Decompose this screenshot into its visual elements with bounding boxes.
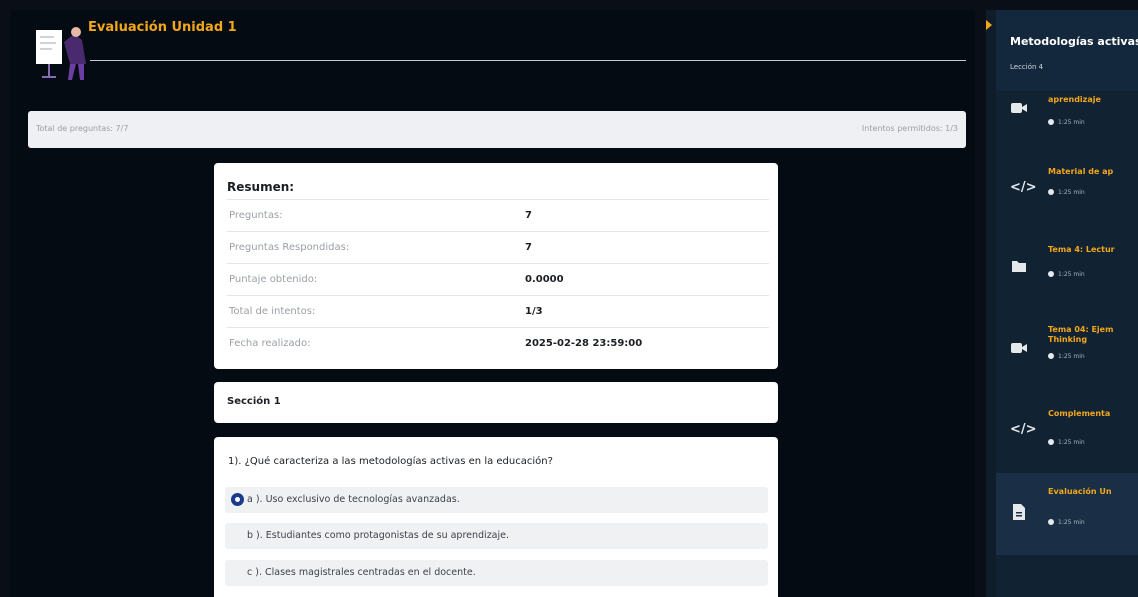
summary-value: 7 — [523, 231, 769, 264]
video-icon — [1011, 103, 1027, 113]
lesson-item[interactable]: </> Complementa 1:25 min — [996, 399, 1138, 479]
lesson-item-time: 1:25 min — [1048, 119, 1085, 126]
lesson-item[interactable]: Tema 04: Ejem Thinking 1:25 min — [996, 319, 1138, 399]
summary-value: 2025-02-28 23:59:00 — [523, 327, 769, 360]
main-content: Evaluación Unidad 1 Total de preguntas: … — [10, 10, 975, 597]
code-icon: </> — [1010, 180, 1037, 195]
lesson-sidebar: Metodologías activas Lección 4 aprendiza… — [986, 10, 1138, 597]
section-title: Sección 1 — [227, 396, 281, 407]
radio-selected-icon[interactable] — [231, 493, 244, 506]
summary-value: 0.0000 — [523, 263, 769, 296]
lesson-item-time: 1:25 min — [1048, 189, 1085, 196]
lesson-item-title: Tema 4: Lectur — [1048, 245, 1115, 254]
lesson-item[interactable]: </> Material de ap 1:25 min — [996, 159, 1138, 239]
answer-option-a[interactable]: a ). Uso exclusivo de tecnologías avanza… — [225, 487, 768, 513]
lesson-item[interactable]: Tema 4: Lectur 1:25 min — [996, 239, 1138, 319]
summary-row: Preguntas Respondidas: 7 — [227, 231, 769, 264]
document-icon — [1013, 504, 1025, 520]
summary-row: Fecha realizado: 2025-02-28 23:59:00 — [227, 327, 769, 360]
sidebar-header: Metodologías activas Lección 4 — [996, 10, 1138, 91]
summary-value: 7 — [523, 199, 769, 232]
summary-row: Total de intentos: 1/3 — [227, 295, 769, 328]
section-card: Sección 1 — [214, 382, 778, 423]
summary-label: Total de intentos: — [227, 295, 523, 328]
option-label: c ). Clases magistrales centradas en el … — [247, 567, 476, 578]
lesson-item-active[interactable]: Evaluación Un 1:25 min — [996, 473, 1138, 555]
sidebar-toggle-icon[interactable] — [986, 20, 992, 30]
lesson-item-title: Material de ap — [1048, 167, 1114, 176]
summary-label: Puntaje obtenido: — [227, 263, 523, 296]
summary-label: Fecha realizado: — [227, 327, 523, 360]
lesson-item[interactable]: aprendizaje 1:25 min — [996, 85, 1138, 165]
lesson-item-time: 1:25 min — [1048, 271, 1085, 278]
course-title: Metodologías activas — [1010, 35, 1138, 48]
total-questions-label: Total de preguntas: 7/7 — [36, 124, 129, 133]
lesson-item-time: 1:25 min — [1048, 353, 1085, 360]
lesson-item-time: 1:25 min — [1048, 519, 1085, 526]
summary-card: Resumen: Preguntas: 7 Preguntas Respondi… — [214, 163, 778, 369]
lesson-item-title-line2: Thinking — [1048, 335, 1088, 344]
attempts-allowed-label: Intentos permitidos: 1/3 — [861, 124, 958, 133]
page-title: Evaluación Unidad 1 — [88, 20, 237, 35]
summary-label: Preguntas: — [227, 199, 523, 232]
option-label: b ). Estudiantes como protagonistas de s… — [247, 530, 510, 541]
lesson-list: aprendizaje 1:25 min </> Material de ap … — [996, 91, 1138, 597]
folder-icon — [1012, 261, 1026, 272]
question-card: 1). ¿Qué caracteriza a las metodologías … — [214, 437, 778, 597]
lesson-item-title: Tema 04: Ejem — [1048, 325, 1114, 334]
lesson-item-time: 1:25 min — [1048, 439, 1085, 446]
summary-row: Puntaje obtenido: 0.0000 — [227, 263, 769, 296]
video-icon — [1011, 343, 1027, 353]
option-label: a ). Uso exclusivo de tecnologías avanza… — [247, 494, 460, 505]
summary-table: Preguntas: 7 Preguntas Respondidas: 7 Pu… — [227, 199, 769, 360]
summary-label: Preguntas Respondidas: — [227, 231, 523, 264]
lesson-label: Lección 4 — [1010, 63, 1044, 71]
summary-row: Preguntas: 7 — [227, 199, 769, 232]
info-bar: Total de preguntas: 7/7 Intentos permiti… — [28, 111, 966, 148]
title-divider — [90, 60, 966, 61]
summary-value: 1/3 — [523, 295, 769, 328]
lesson-item-title: Evaluación Un — [1048, 487, 1112, 496]
answer-option-b[interactable]: b ). Estudiantes como protagonistas de s… — [225, 523, 768, 549]
evaluation-illustration-icon — [36, 27, 86, 80]
answer-option-c[interactable]: c ). Clases magistrales centradas en el … — [225, 560, 768, 586]
lesson-item-title: Complementa — [1048, 409, 1111, 418]
summary-title: Resumen: — [227, 180, 295, 194]
lesson-item-title: aprendizaje — [1048, 95, 1101, 104]
question-text: 1). ¿Qué caracteriza a las metodologías … — [228, 456, 553, 467]
code-icon: </> — [1010, 422, 1037, 437]
